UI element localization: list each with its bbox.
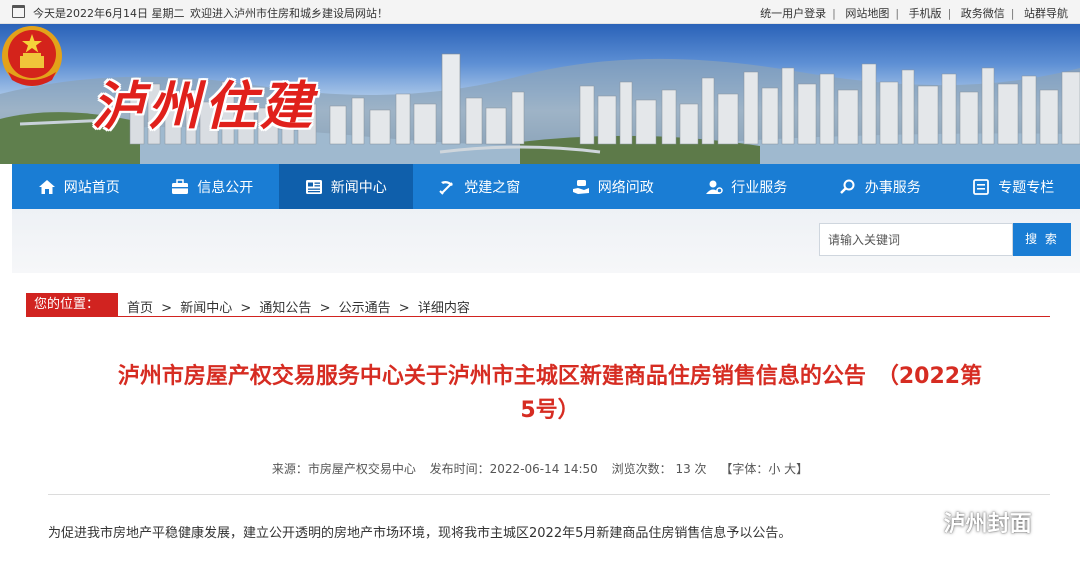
breadcrumb-detail: 详细内容 — [417, 301, 470, 316]
nav-label: 专题专栏 — [998, 179, 1055, 196]
current-date: 今天是2022年6月14日 星期二 — [33, 7, 185, 20]
article-view-count: 浏览次数： 13 次 — [611, 462, 707, 476]
breadcrumb-separator: > — [319, 301, 331, 316]
breadcrumb-divider — [26, 316, 1050, 317]
party-emblem-icon — [439, 180, 454, 195]
site-group-link[interactable]: 站群导航 — [1024, 7, 1068, 20]
national-emblem-icon — [2, 26, 62, 86]
wechat-link[interactable]: 政务微信 — [961, 7, 1005, 20]
top-links: 统一用户登录 | 网站地图 | 手机版 | 政务微信 | 站群导航 — [760, 7, 1068, 20]
nav-label: 网站首页 — [63, 179, 120, 196]
breadcrumb-separator: > — [161, 301, 173, 316]
article-title-line1: 泸州市房屋产权交易服务中心关于泸州市主城区新建商品住房销售信息的公告 （2022… — [117, 364, 983, 389]
welcome-text: 欢迎进入泸州市住房和城乡建设局网站！ — [190, 7, 388, 20]
sitemap-link[interactable]: 网站地图 — [845, 7, 889, 20]
mobile-link[interactable]: 手机版 — [909, 7, 942, 20]
breadcrumb-home[interactable]: 首页 — [127, 301, 153, 316]
watermark-text: 泸州封面 — [943, 512, 1032, 537]
breadcrumb-separator: > — [398, 301, 410, 316]
briefcase-icon — [172, 178, 189, 194]
home-icon — [38, 179, 55, 194]
top-bar: 今天是2022年6月14日 星期二 欢迎进入泸州市住房和城乡建设局网站！ 统一用… — [0, 0, 1080, 24]
chat-hand-icon — [572, 179, 589, 194]
article-title-line2: 5号） — [520, 398, 580, 423]
nav-label: 党建之窗 — [464, 179, 521, 196]
nav-info-disclosure[interactable]: 信息公开 — [146, 164, 280, 209]
site-brand-title: 泸州住建 — [92, 76, 317, 137]
breadcrumb-public-notices[interactable]: 公示通告 — [339, 301, 391, 316]
nav-label: 行业服务 — [731, 179, 788, 196]
nav-label: 网络问政 — [597, 179, 654, 196]
service-user-icon — [706, 180, 723, 194]
article-source: 来源：市房屋产权交易中心 — [271, 462, 416, 476]
article-title: 泸州市房屋产权交易服务中心关于泸州市主城区新建商品住房销售信息的公告 （2022… — [50, 360, 1050, 428]
font-size-toggle[interactable]: 【字体：小 大】 — [720, 462, 808, 476]
breadcrumb-notices[interactable]: 通知公告 — [259, 301, 311, 316]
nav-label: 办事服务 — [864, 179, 921, 196]
header-banner: 泸州住建 — [0, 24, 1080, 164]
square-list-icon — [973, 178, 990, 195]
nav-label: 新闻中心 — [330, 179, 387, 196]
nav-online-inquiry[interactable]: 网络问政 — [546, 164, 680, 209]
newspaper-icon — [305, 179, 322, 194]
breadcrumb: 首页 > 新闻中心 > 通知公告 > 公示通告 > 详细内容 — [127, 297, 470, 316]
article-body: 为促进我市房地产平稳健康发展，建立公开透明的房地产市场环境，现将我市主城区202… — [48, 526, 792, 541]
nav-news-center[interactable]: 新闻中心 — [279, 164, 413, 209]
login-link[interactable]: 统一用户登录 — [760, 7, 826, 20]
nav-industry-service[interactable]: 行业服务 — [680, 164, 814, 209]
watermark: 泸州封面 — [888, 506, 1032, 539]
meta-divider — [48, 494, 1050, 495]
article-meta: 来源：市房屋产权交易中心 发布时间：2022-06-14 14:50 浏览次数：… — [0, 460, 1080, 477]
nav-affairs-service[interactable]: 办事服务 — [813, 164, 947, 209]
main-nav: 网站首页 信息公开 新闻中心 党建之窗 网络问政 行业服务 办事服务 专题专栏 — [12, 164, 1080, 209]
article-publish-time: 发布时间：2022-06-14 14:50 — [429, 462, 598, 476]
nav-home[interactable]: 网站首页 — [12, 164, 146, 209]
breadcrumb-label: 您的位置： — [26, 293, 118, 317]
wechat-icon — [888, 511, 929, 538]
search-input[interactable]: 请输入关键词 — [819, 223, 1013, 256]
nav-special-topics[interactable]: 专题专栏 — [947, 164, 1080, 209]
calendar-icon — [12, 5, 25, 18]
nav-party-building[interactable]: 党建之窗 — [413, 164, 547, 209]
breadcrumb-separator: > — [240, 301, 252, 316]
breadcrumb-news-center[interactable]: 新闻中心 — [180, 301, 232, 316]
magnifier-icon — [839, 179, 855, 194]
search-button[interactable]: 搜 索 — [1013, 223, 1071, 256]
nav-label: 信息公开 — [197, 179, 254, 196]
